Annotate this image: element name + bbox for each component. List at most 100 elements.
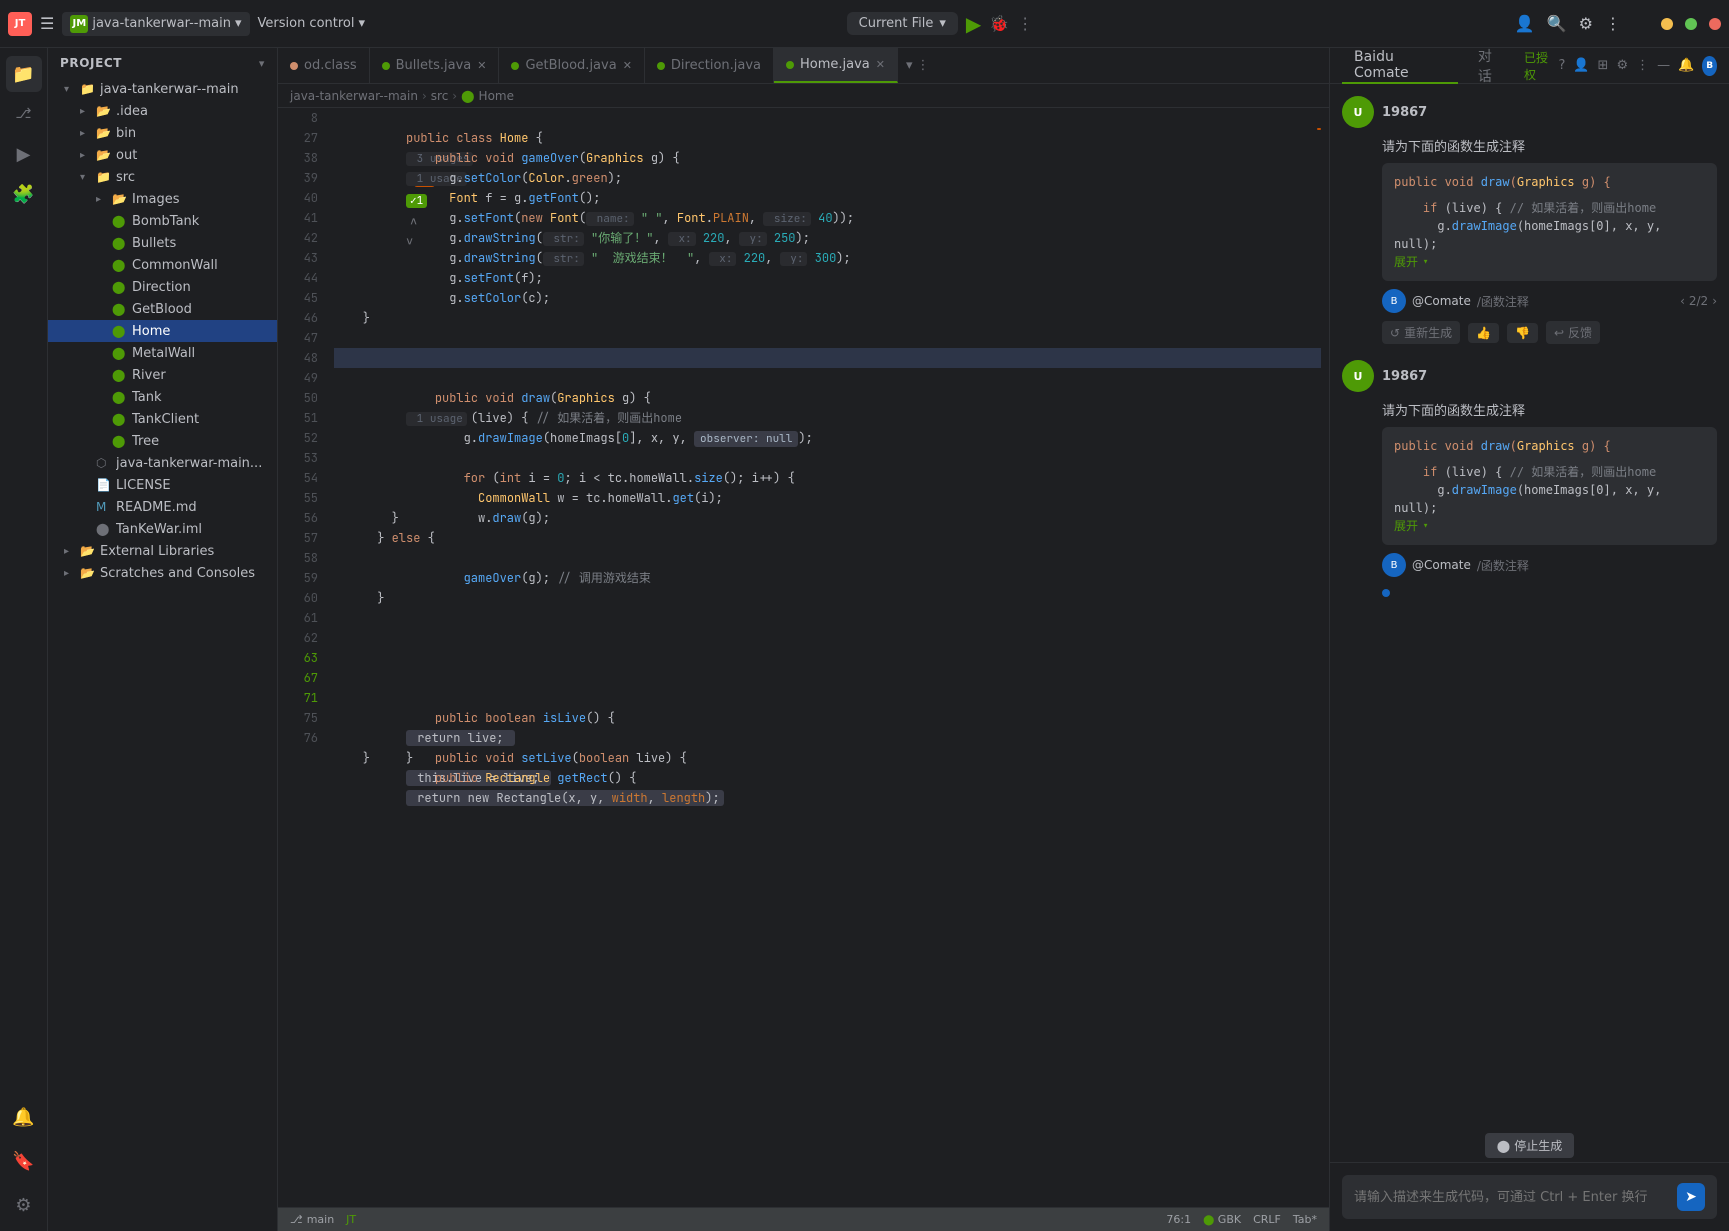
sidebar-item-images[interactable]: ▸ 📂 Images xyxy=(48,188,277,210)
java-file-icon: ⬤ xyxy=(112,368,128,382)
stop-button[interactable]: ⬤ 停止生成 xyxy=(1485,1133,1574,1158)
sidebar-item-tankclient[interactable]: ▸ ⬤ TankClient xyxy=(48,408,277,430)
tab-home[interactable]: Home.java ✕ xyxy=(774,48,898,83)
code-line: for (int i = 0; i < tc.homeWall.size(); … xyxy=(334,448,1321,468)
sidebar-item-out[interactable]: ▸ 📂 out xyxy=(48,144,277,166)
sidebar-item-readme[interactable]: ▸ M README.md xyxy=(48,496,277,518)
tab-bodclass[interactable]: od.class xyxy=(278,48,370,83)
tab-getblood[interactable]: GetBlood.java ✕ xyxy=(499,48,644,83)
activity-item-git[interactable]: ⎇ xyxy=(6,96,42,132)
activity-item-bookmark[interactable]: 🔖 xyxy=(6,1143,42,1179)
breadcrumb-separator: › xyxy=(422,89,427,103)
question-icon[interactable]: ? xyxy=(1558,58,1565,73)
activity-item-notifications[interactable]: 🔔 xyxy=(6,1099,42,1135)
breadcrumb-item[interactable]: src xyxy=(431,89,449,103)
sidebar-item-root[interactable]: ▾ 📁 java-tankerwar--main xyxy=(48,78,277,100)
prev-icon[interactable]: ‹ xyxy=(1680,294,1685,308)
avatar: U xyxy=(1342,96,1374,128)
sidebar-item-src[interactable]: ▾ 📁 src xyxy=(48,166,277,188)
tab-label: GetBlood.java xyxy=(525,58,616,73)
panel-tab-baidu[interactable]: Baidu Comate xyxy=(1342,48,1458,84)
next-icon[interactable]: › xyxy=(1712,294,1717,308)
status-position[interactable]: 76:1 xyxy=(1166,1213,1191,1226)
status-line-ending[interactable]: CRLF xyxy=(1253,1213,1281,1226)
regen-button[interactable]: ↺ 重新生成 xyxy=(1382,321,1460,344)
more-icon[interactable]: ⋮ xyxy=(1636,58,1649,73)
code-content[interactable]: public class Home { 3 usages ▲5 ✓1 ∧ ∨ p… xyxy=(326,108,1329,1207)
breadcrumb-item[interactable]: java-tankerwar--main xyxy=(290,89,418,103)
tab-close-icon[interactable]: ✕ xyxy=(623,59,632,72)
sidebar-title: Project xyxy=(60,56,122,70)
send-icon: ➤ xyxy=(1685,1189,1697,1205)
sidebar-tree[interactable]: ▾ 📁 java-tankerwar--main ▸ 📂 .idea ▸ 📂 b… xyxy=(48,78,277,1231)
tab-direction[interactable]: Direction.java xyxy=(645,48,774,83)
sidebar-item-direction[interactable]: ▸ ⬤ Direction xyxy=(48,276,277,298)
feedback-button[interactable]: ↩ 反馈 xyxy=(1546,321,1600,344)
hamburger-icon[interactable]: ☰ xyxy=(40,14,54,33)
activity-item-settings[interactable]: ⚙ xyxy=(6,1187,42,1223)
settings-icon[interactable]: ⚙ xyxy=(1616,58,1628,73)
tab-close-icon[interactable]: ✕ xyxy=(876,58,885,71)
activity-item-extensions[interactable]: 🧩 xyxy=(6,176,42,212)
sidebar-item-bin[interactable]: ▸ 📂 bin xyxy=(48,122,277,144)
sidebar-item-tree[interactable]: ▸ ⬤ Tree xyxy=(48,430,277,452)
version-control-button[interactable]: Version control ▾ xyxy=(258,16,366,31)
activity-item-explorer[interactable]: 📁 xyxy=(6,56,42,92)
stop-container: ⬤ 停止生成 xyxy=(1330,1129,1729,1162)
expand-button[interactable]: 展开 ▾ xyxy=(1394,253,1705,271)
chat-input[interactable] xyxy=(1354,1190,1669,1205)
panel-tab-duihua[interactable]: 对话 xyxy=(1466,48,1516,84)
settings-icon[interactable]: ⚙ xyxy=(1579,14,1593,33)
java-file-icon: ⬤ xyxy=(112,434,128,448)
sidebar-item-river[interactable]: ▸ ⬤ River xyxy=(48,364,277,386)
activity-item-run[interactable]: ▶ xyxy=(6,136,42,172)
person-icon[interactable]: 👤 xyxy=(1573,58,1589,73)
sidebar-item-commonwall[interactable]: ▸ ⬤ CommonWall xyxy=(48,254,277,276)
sidebar-item-home[interactable]: ▸ ⬤ Home xyxy=(48,320,277,342)
status-indentation[interactable]: Tab* xyxy=(1293,1213,1317,1226)
sidebar-item-tankkewar[interactable]: ▸ ⬤ TanKeWar.iml xyxy=(48,518,277,540)
tab-close-icon[interactable]: ✕ xyxy=(477,59,486,72)
sidebar-item-external[interactable]: ▸ 📂 External Libraries xyxy=(48,540,277,562)
more-run-icon[interactable]: ⋮ xyxy=(1017,14,1033,33)
tab-bullets[interactable]: Bullets.java ✕ xyxy=(370,48,500,83)
play-button[interactable]: ▶ xyxy=(966,12,981,36)
like-button[interactable]: 👍 xyxy=(1468,323,1499,343)
sidebar-item-scratches[interactable]: ▸ 📂 Scratches and Consoles xyxy=(48,562,277,584)
sidebar-item-getblood[interactable]: ▸ ⬤ GetBlood xyxy=(48,298,277,320)
tree-arrow: ▸ xyxy=(96,194,112,205)
status-branch[interactable]: ⎇ main xyxy=(290,1213,334,1226)
more-icon[interactable]: ⋮ xyxy=(1605,14,1621,33)
debug-button[interactable]: 🐞 xyxy=(989,14,1009,33)
sidebar-item-bullets[interactable]: ▸ ⬤ Bullets xyxy=(48,232,277,254)
expand-button[interactable]: 展开 ▾ xyxy=(1394,517,1705,535)
chevron-down-icon: ▾ xyxy=(1422,517,1429,535)
code-editor: 8 27 38 39 40 41 42 43 44 45 46 47 48 49… xyxy=(278,108,1329,1207)
sidebar-item-idea[interactable]: ▸ 📂 .idea xyxy=(48,100,277,122)
breadcrumb-item[interactable]: ⬤ Home xyxy=(461,89,514,103)
code-line: } xyxy=(334,588,1321,608)
dislike-button[interactable]: 👎 xyxy=(1507,323,1538,343)
status-encoding: ⬤ GBK xyxy=(1203,1213,1241,1226)
tree-label: Home xyxy=(132,324,277,339)
grid-icon[interactable]: ⊞ xyxy=(1598,58,1609,73)
notification-icon[interactable]: 🔔 xyxy=(1678,58,1694,73)
search-icon[interactable]: 🔍 xyxy=(1547,14,1567,33)
minimize-icon[interactable]: — xyxy=(1657,58,1670,73)
iml-file-icon: ⬤ xyxy=(96,522,112,536)
code-line xyxy=(334,628,1321,648)
tab-overflow-menu[interactable]: ▾ ⋮ xyxy=(898,48,938,83)
sidebar-item-tank[interactable]: ▸ ⬤ Tank xyxy=(48,386,277,408)
sidebar-item-metalwall[interactable]: ▸ ⬤ MetalWall xyxy=(48,342,277,364)
send-button[interactable]: ➤ xyxy=(1677,1183,1705,1211)
maximize-button[interactable] xyxy=(1685,18,1697,30)
sidebar-item-license[interactable]: ▸ 📄 LICENSE xyxy=(48,474,277,496)
run-config[interactable]: Current File ▾ xyxy=(847,12,958,35)
close-button[interactable] xyxy=(1709,18,1721,30)
minimize-button[interactable] xyxy=(1661,18,1673,30)
account-icon[interactable]: 👤 xyxy=(1515,14,1535,33)
sidebar-item-bombtank[interactable]: ▸ ⬤ BombTank xyxy=(48,210,277,232)
sidebar-item-tankerwar-module[interactable]: ▸ ⬡ java-tankerwar-main... xyxy=(48,452,277,474)
folder-icon: 📂 xyxy=(96,104,112,118)
project-badge[interactable]: JM java-tankerwar--main ▾ xyxy=(62,12,249,36)
